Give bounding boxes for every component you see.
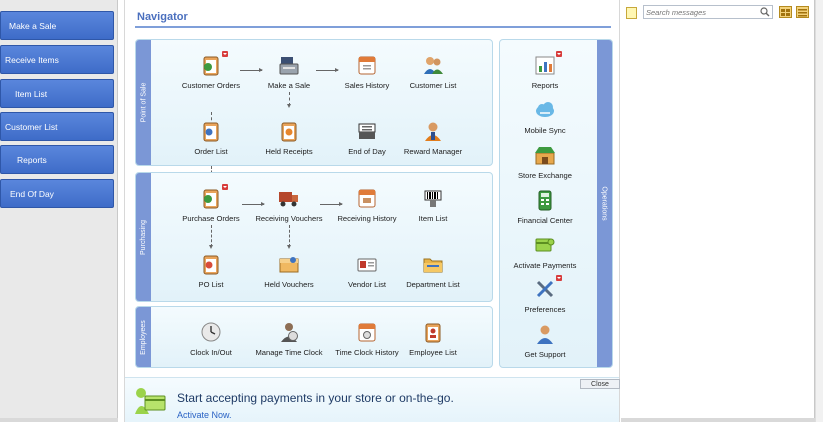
folder-icon xyxy=(422,253,444,275)
store-icon xyxy=(534,144,556,166)
customer-list-button[interactable]: Customer List xyxy=(388,54,478,90)
page-title: Navigator xyxy=(137,11,188,23)
search-messages-box xyxy=(643,5,773,19)
make-a-sale-button[interactable]: Make a Sale xyxy=(244,54,334,90)
banner-text: Start accepting payments in your store o… xyxy=(177,391,454,405)
held-receipts-button[interactable]: Held Receipts xyxy=(244,120,334,156)
activate-payments-button[interactable]: Activate Payments xyxy=(500,234,590,270)
purchase-orders-button[interactable]: Purchase Orders xyxy=(166,184,256,223)
flow-arrow xyxy=(287,225,291,249)
clipboard-user-icon xyxy=(200,51,228,76)
sidebar-footer xyxy=(0,418,118,422)
financial-center-button[interactable]: Financial Center xyxy=(500,189,590,225)
sidebar-item-label: End Of Day xyxy=(10,188,54,199)
delivery-truck-icon xyxy=(278,187,300,209)
receiving-vouchers-button[interactable]: Receiving Vouchers xyxy=(244,187,334,223)
calculator-icon xyxy=(534,189,556,211)
clock-icon xyxy=(200,321,222,343)
flow-arrow xyxy=(287,92,291,108)
support-person-icon xyxy=(534,323,556,345)
activate-now-link[interactable]: Activate Now. xyxy=(177,410,232,420)
cloud-sync-icon xyxy=(534,99,556,121)
barcode-scanner-icon xyxy=(422,187,444,209)
employee-list-icon xyxy=(422,321,444,343)
bar-chart-icon xyxy=(534,51,562,76)
section-tab-point-of-sale: Point of Sale xyxy=(136,40,151,165)
sidebar-item-reports[interactable]: Reports xyxy=(0,145,114,174)
section-point-of-sale: Point of Sale Customer Orders Make a Sal… xyxy=(135,39,493,166)
section-tab-operations: Operations xyxy=(597,40,612,367)
reward-manager-icon xyxy=(422,120,444,142)
grid-view-icon[interactable] xyxy=(779,6,792,18)
customer-orders-button[interactable]: Customer Orders xyxy=(166,51,256,90)
sidebar-item-end-of-day[interactable]: End Of Day xyxy=(0,179,114,208)
manage-time-clock-icon xyxy=(278,321,300,343)
held-vouchers-icon xyxy=(278,253,300,275)
get-support-button[interactable]: Get Support xyxy=(500,323,590,359)
section-operations: Operations Reports Mobile Sync Store Exc… xyxy=(499,39,613,368)
held-vouchers-button[interactable]: Held Vouchers xyxy=(244,253,334,289)
promo-banner: Start accepting payments in your store o… xyxy=(125,377,619,422)
sidebar-item-label: Customer List xyxy=(5,121,58,132)
dropdown-icon[interactable] xyxy=(222,51,228,57)
search-icon[interactable] xyxy=(760,7,770,17)
receiving-history-icon xyxy=(356,187,378,209)
end-of-day-icon xyxy=(356,120,378,142)
mobile-sync-button[interactable]: Mobile Sync xyxy=(500,99,590,135)
reward-manager-button[interactable]: Reward Manager xyxy=(388,120,478,156)
po-list-icon xyxy=(200,253,222,275)
store-exchange-button[interactable]: Store Exchange xyxy=(500,144,590,180)
held-receipts-icon xyxy=(278,120,300,142)
sidebar-item-label: Receive Items xyxy=(5,54,59,65)
section-tab-purchasing: Purchasing xyxy=(136,173,151,301)
sidebar-item-label: Reports xyxy=(17,154,47,165)
messages-footer xyxy=(621,418,815,422)
clock-in-out-button[interactable]: Clock In/Out xyxy=(166,321,256,357)
cash-register-icon xyxy=(278,54,300,76)
department-list-button[interactable]: Department List xyxy=(388,253,478,289)
item-list-button[interactable]: Item List xyxy=(388,187,478,223)
window-scrollbar[interactable] xyxy=(815,0,823,422)
sidebar: Make a Sale Receive Items Item List Cust… xyxy=(0,0,118,422)
po-list-button[interactable]: PO List xyxy=(166,253,256,289)
manage-time-clock-button[interactable]: Manage Time Clock xyxy=(244,321,334,357)
title-divider xyxy=(135,26,611,28)
section-tab-employees: Employees xyxy=(136,307,151,367)
order-list-icon xyxy=(200,120,222,142)
purchase-orders-icon xyxy=(200,184,228,209)
time-clock-history-icon xyxy=(356,321,378,343)
vendor-card-icon xyxy=(356,253,378,275)
section-purchasing: Purchasing Purchase Orders Receiving Vou… xyxy=(135,172,493,302)
flow-arrow xyxy=(209,225,213,249)
sidebar-item-receive-items[interactable]: Receive Items xyxy=(0,45,114,74)
preferences-button[interactable]: Preferences xyxy=(500,275,590,314)
order-list-button[interactable]: Order List xyxy=(166,120,256,156)
tools-icon xyxy=(534,275,562,300)
history-calendar-icon xyxy=(356,54,378,76)
sidebar-item-item-list[interactable]: Item List xyxy=(0,79,114,108)
dropdown-icon[interactable] xyxy=(556,51,562,57)
employee-list-button[interactable]: Employee List xyxy=(388,321,478,357)
sidebar-item-make-a-sale[interactable]: Make a Sale xyxy=(0,11,114,40)
customers-icon xyxy=(422,54,444,76)
dropdown-icon[interactable] xyxy=(556,275,562,281)
close-banner-button[interactable]: Close xyxy=(580,379,620,389)
payment-card-icon xyxy=(534,234,556,256)
search-input[interactable] xyxy=(646,7,758,18)
reports-button[interactable]: Reports xyxy=(500,51,590,90)
sidebar-item-label: Item List xyxy=(15,88,48,99)
sidebar-item-label: Make a Sale xyxy=(9,20,57,31)
navigator-panel: Navigator Point of Sale Customer Orders … xyxy=(124,0,620,422)
messages-panel xyxy=(621,0,815,422)
sidebar-item-customer-list[interactable]: Customer List xyxy=(0,112,114,141)
payment-promo-icon xyxy=(133,386,167,416)
list-view-icon[interactable] xyxy=(796,6,809,18)
dropdown-icon[interactable] xyxy=(222,184,228,190)
section-employees: Employees Clock In/Out Manage Time Clock… xyxy=(135,306,493,368)
note-icon[interactable] xyxy=(626,7,637,19)
